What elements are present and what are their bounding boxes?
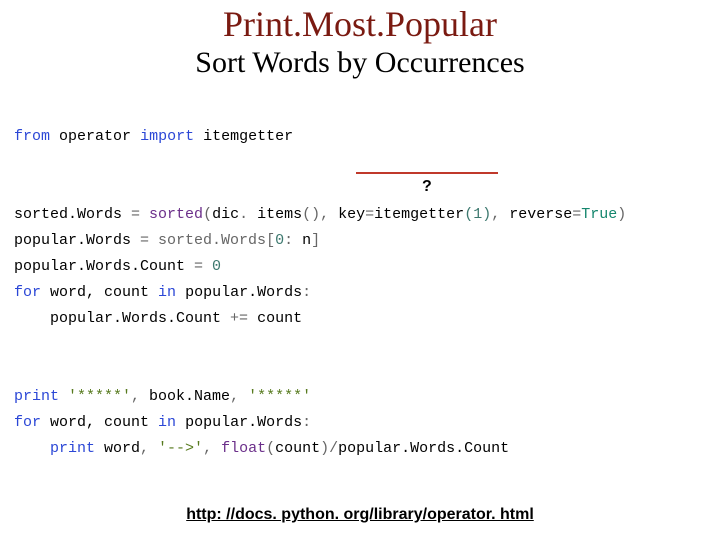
paren-end: ) bbox=[617, 206, 626, 223]
kw-import: import bbox=[140, 128, 194, 145]
paren-close2: ) bbox=[320, 440, 329, 457]
num-1: (1) bbox=[464, 206, 491, 223]
colon3: : bbox=[302, 414, 311, 431]
kw-for2: for bbox=[14, 414, 41, 431]
id-popularwordscount: popular.Words.Count bbox=[14, 258, 185, 275]
dot: . bbox=[239, 206, 257, 223]
num-0b: 0 bbox=[212, 258, 221, 275]
id-wordcount: word, count bbox=[41, 284, 158, 301]
colon2: : bbox=[302, 284, 311, 301]
comma4: , bbox=[140, 440, 158, 457]
code-line-5: popular.Words.Count = 0 bbox=[14, 258, 221, 275]
fn-float: float bbox=[221, 440, 266, 457]
id-count2: count bbox=[275, 440, 320, 457]
comma3: , bbox=[230, 388, 248, 405]
id-n: n bbox=[293, 232, 311, 249]
annotation-question-mark: ? bbox=[422, 174, 432, 200]
paren-open2: ( bbox=[266, 440, 275, 457]
bool-true: True bbox=[581, 206, 617, 223]
op-eq4: = sorted.Words bbox=[131, 232, 266, 249]
str-stars2: '*****' bbox=[248, 388, 311, 405]
id-sortedwords: sorted.Words bbox=[14, 206, 122, 223]
code-block: from operator import itemgetter sorted.W… bbox=[14, 98, 720, 540]
id-dic: dic bbox=[212, 206, 239, 223]
kw-for: for bbox=[14, 284, 41, 301]
code-line-1: from operator import itemgetter bbox=[14, 128, 293, 145]
str-arrow: '-->' bbox=[158, 440, 203, 457]
op-eq: = bbox=[122, 206, 149, 223]
id-itemgetter: itemgetter bbox=[203, 128, 293, 145]
paren-close: (), bbox=[302, 206, 338, 223]
code-line-6: for word, count in popular.Words: bbox=[14, 284, 311, 301]
bracket-open: [ bbox=[266, 232, 275, 249]
kw-in: in bbox=[158, 284, 176, 301]
op-eq3: = bbox=[572, 206, 581, 223]
id-itemgetter2: itemgetter bbox=[374, 206, 464, 223]
id-popularwords3: popular.Words bbox=[176, 414, 302, 431]
slide-title: Print.Most.Popular bbox=[0, 6, 720, 44]
kw-in2: in bbox=[158, 414, 176, 431]
op-eq2: = bbox=[365, 206, 374, 223]
id-popularwords: popular.Words bbox=[14, 232, 131, 249]
id-popularwords2: popular.Words bbox=[176, 284, 302, 301]
id-wordcount2: word, count bbox=[41, 414, 158, 431]
slide: Print.Most.Popular Sort Words by Occurre… bbox=[0, 6, 720, 540]
kw-print2: print bbox=[14, 440, 95, 457]
code-line-9: print '*****', book.Name, '*****' bbox=[14, 388, 311, 405]
code-line-11: print word, '-->', float(count)/popular.… bbox=[14, 440, 509, 457]
op-eq5: = bbox=[185, 258, 212, 275]
op-div: / bbox=[329, 440, 338, 457]
code-line-3: sorted.Words = sorted(dic. items(), key=… bbox=[14, 206, 626, 223]
code-line-4: popular.Words = sorted.Words[0: n] bbox=[14, 232, 320, 249]
comma2: , bbox=[131, 388, 149, 405]
id-pwc3: popular.Words.Count bbox=[338, 440, 509, 457]
colon: : bbox=[284, 232, 293, 249]
mod-operator: operator bbox=[59, 128, 131, 145]
bracket-close: ] bbox=[311, 232, 320, 249]
slide-subtitle: Sort Words by Occurrences bbox=[0, 46, 720, 80]
op-pluseq: += bbox=[230, 310, 257, 327]
footer-link[interactable]: http: //docs. python. org/library/operat… bbox=[0, 506, 720, 524]
id-count: count bbox=[257, 310, 302, 327]
code-line-7: popular.Words.Count += count bbox=[14, 310, 302, 327]
kw-from: from bbox=[14, 128, 50, 145]
id-word2: word bbox=[95, 440, 140, 457]
kw-print: print bbox=[14, 388, 59, 405]
paren-open: ( bbox=[203, 206, 212, 223]
code-line-10: for word, count in popular.Words: bbox=[14, 414, 311, 431]
fn-sorted: sorted bbox=[149, 206, 203, 223]
id-bookname: book.Name bbox=[149, 388, 230, 405]
kw-reverse: reverse bbox=[509, 206, 572, 223]
comma5: , bbox=[203, 440, 221, 457]
kw-key: key bbox=[338, 206, 365, 223]
str-stars1: '*****' bbox=[59, 388, 131, 405]
comma: , bbox=[491, 206, 509, 223]
id-pwc2: popular.Words.Count bbox=[14, 310, 230, 327]
id-items: items bbox=[257, 206, 302, 223]
num-0: 0 bbox=[275, 232, 284, 249]
